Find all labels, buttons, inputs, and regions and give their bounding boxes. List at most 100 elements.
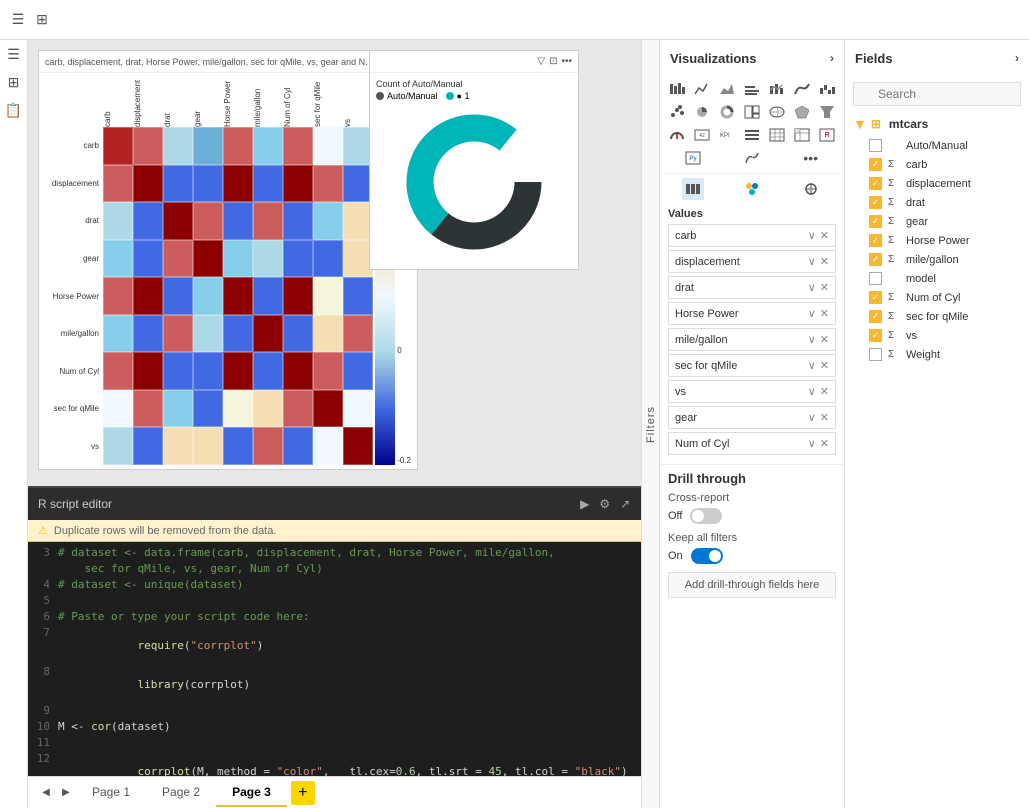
page-tab-1[interactable]: Page 1 — [76, 779, 146, 807]
field-checkbox-weight[interactable] — [869, 348, 882, 361]
field-item-sec[interactable]: Σ sec for qMile — [849, 307, 1025, 326]
viz-bar-chart[interactable] — [741, 78, 763, 100]
remove-carb-icon[interactable]: ✕ — [820, 229, 829, 242]
field-checkbox-hp[interactable] — [869, 234, 882, 247]
field-checkbox-model[interactable] — [869, 272, 882, 285]
viz-scatter[interactable] — [666, 101, 688, 123]
expand-hp-icon[interactable]: ∨ — [808, 307, 816, 320]
viz-treemap[interactable] — [741, 101, 763, 123]
expand-vs-icon[interactable]: ∨ — [808, 385, 816, 398]
viz-map[interactable] — [766, 101, 788, 123]
viz-smart[interactable] — [741, 147, 763, 169]
value-field-carb[interactable]: carb ∨ ✕ — [668, 224, 836, 247]
sidebar-icon-1[interactable]: ☰ — [4, 44, 24, 64]
field-item-numcyl[interactable]: Σ Num of Cyl — [849, 288, 1025, 307]
viz-donut-icon[interactable] — [716, 101, 738, 123]
viz-ribbon-chart[interactable] — [791, 78, 813, 100]
heatmap-visual[interactable]: carb, displacement, drat, Horse Power, m… — [38, 50, 418, 470]
remove-sec-icon[interactable]: ✕ — [820, 359, 829, 372]
page-nav-right[interactable]: ▶ — [56, 783, 76, 803]
field-checkbox-numcyl[interactable] — [869, 291, 882, 304]
filter-donut-icon[interactable]: ▽ — [537, 56, 545, 67]
field-item-model[interactable]: model — [849, 269, 1025, 288]
field-checkbox-sec[interactable] — [869, 310, 882, 323]
fields-group-header[interactable]: ▼ ⊞ mtcars — [849, 112, 1025, 136]
grid-icon[interactable]: ⊞ — [32, 10, 52, 30]
keep-filters-toggle[interactable] — [691, 548, 723, 564]
field-checkbox-carb[interactable] — [869, 158, 882, 171]
value-field-gear[interactable]: gear ∨ ✕ — [668, 406, 836, 429]
page-tab-2[interactable]: Page 2 — [146, 779, 216, 807]
remove-gear-icon[interactable]: ✕ — [820, 411, 829, 424]
viz-analytics-icon[interactable] — [800, 178, 822, 200]
field-item-vs[interactable]: Σ vs — [849, 326, 1025, 345]
remove-mpg-icon[interactable]: ✕ — [820, 333, 829, 346]
expand-donut-icon[interactable]: ⊡ — [549, 56, 557, 67]
viz-stacked-bar[interactable] — [666, 78, 688, 100]
value-field-vs[interactable]: vs ∨ ✕ — [668, 380, 836, 403]
viz-r-visual[interactable]: R — [816, 124, 838, 146]
remove-vs-icon[interactable]: ✕ — [820, 385, 829, 398]
viz-pie[interactable] — [691, 101, 713, 123]
expand-drat-icon[interactable]: ∨ — [808, 281, 816, 294]
settings-icon[interactable]: ⚙ — [599, 497, 610, 511]
viz-python[interactable]: Py — [682, 147, 704, 169]
viz-panel-expand[interactable]: › — [830, 51, 834, 65]
field-checkbox-mpg[interactable] — [869, 253, 882, 266]
value-field-displacement[interactable]: displacement ∨ ✕ — [668, 250, 836, 273]
menu-icon[interactable]: ☰ — [8, 10, 28, 30]
value-field-mpg[interactable]: mile/gallon ∨ ✕ — [668, 328, 836, 351]
field-item-mpg[interactable]: Σ mile/gallon — [849, 250, 1025, 269]
page-tab-3[interactable]: Page 3 — [216, 779, 287, 807]
viz-format-icon[interactable] — [741, 178, 763, 200]
page-tab-add[interactable]: + — [291, 781, 315, 805]
value-field-sec[interactable]: sec for qMile ∨ ✕ — [668, 354, 836, 377]
viz-filled-map[interactable] — [791, 101, 813, 123]
viz-area-chart[interactable] — [716, 78, 738, 100]
field-item-gear[interactable]: Σ gear — [849, 212, 1025, 231]
remove-displacement-icon[interactable]: ✕ — [820, 255, 829, 268]
viz-combo-chart[interactable] — [766, 78, 788, 100]
value-field-horsepower[interactable]: Horse Power ∨ ✕ — [668, 302, 836, 325]
field-item-weight[interactable]: Σ Weight — [849, 345, 1025, 364]
expand-mpg-icon[interactable]: ∨ — [808, 333, 816, 346]
more-donut-icon[interactable]: ••• — [561, 56, 572, 67]
viz-slicer[interactable] — [741, 124, 763, 146]
viz-gauge[interactable] — [666, 124, 688, 146]
viz-fields-icon[interactable] — [682, 178, 704, 200]
fields-panel-expand[interactable]: › — [1015, 51, 1019, 65]
viz-kpi[interactable]: KPI — [716, 124, 738, 146]
remove-numcyl-icon[interactable]: ✕ — [820, 437, 829, 450]
expand-carb-icon[interactable]: ∨ — [808, 229, 816, 242]
page-nav-left[interactable]: ◀ — [36, 783, 56, 803]
expand-gear-icon[interactable]: ∨ — [808, 411, 816, 424]
field-checkbox-gear[interactable] — [869, 215, 882, 228]
viz-table[interactable] — [766, 124, 788, 146]
viz-more[interactable]: ••• — [800, 147, 822, 169]
remove-drat-icon[interactable]: ✕ — [820, 281, 829, 294]
viz-line-chart[interactable] — [691, 78, 713, 100]
field-checkbox-auto-manual[interactable] — [869, 139, 882, 152]
field-checkbox-displacement[interactable] — [869, 177, 882, 190]
expand-numcyl-icon[interactable]: ∨ — [808, 437, 816, 450]
run-icon[interactable]: ▶ — [580, 497, 589, 511]
expand-displacement-icon[interactable]: ∨ — [808, 255, 816, 268]
cross-report-toggle[interactable] — [690, 508, 722, 524]
value-field-numcyl[interactable]: Num of Cyl ∨ ✕ — [668, 432, 836, 455]
add-drill-button[interactable]: Add drill-through fields here — [668, 572, 836, 598]
viz-waterfall[interactable] — [816, 78, 838, 100]
fields-search-input[interactable] — [853, 82, 1021, 106]
viz-funnel[interactable] — [816, 101, 838, 123]
expand-sec-icon[interactable]: ∨ — [808, 359, 816, 372]
popout-icon[interactable]: ↗ — [620, 497, 630, 511]
field-item-hp[interactable]: Σ Horse Power — [849, 231, 1025, 250]
field-checkbox-drat[interactable] — [869, 196, 882, 209]
field-item-displacement[interactable]: Σ displacement — [849, 174, 1025, 193]
value-field-drat[interactable]: drat ∨ ✕ — [668, 276, 836, 299]
viz-matrix[interactable] — [791, 124, 813, 146]
r-code[interactable]: 3 # dataset <- data.frame(carb, displace… — [28, 542, 659, 776]
field-checkbox-vs[interactable] — [869, 329, 882, 342]
field-item-carb[interactable]: Σ carb — [849, 155, 1025, 174]
filters-panel[interactable]: Filters — [641, 40, 659, 808]
field-item-drat[interactable]: Σ drat — [849, 193, 1025, 212]
